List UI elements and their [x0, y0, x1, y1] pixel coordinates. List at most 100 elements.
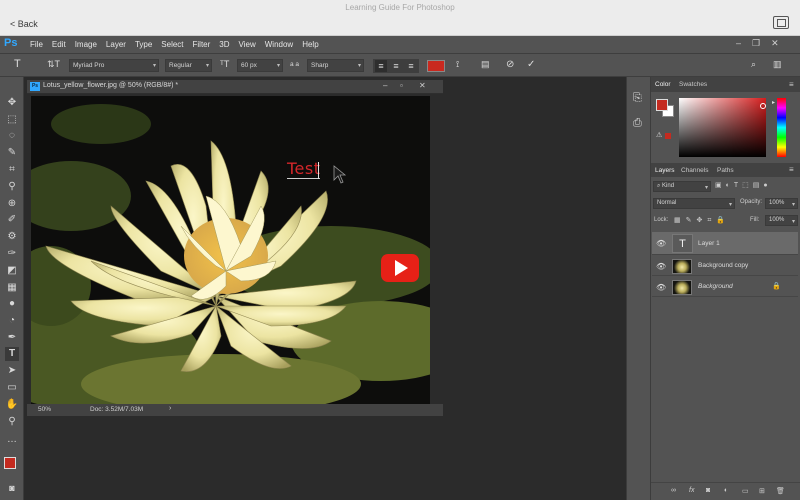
foreground-color-swatch[interactable] [4, 457, 16, 469]
color-picker-field[interactable] [679, 98, 766, 157]
zoom-tool-icon[interactable]: ⚲ [5, 415, 19, 429]
eye-icon[interactable]: 👁 [656, 283, 666, 292]
font-size-select[interactable]: 60 px ▾ [237, 59, 283, 72]
warp-text-icon[interactable]: ⟟ [456, 59, 459, 70]
properties-panel-icon[interactable]: ⎙ [633, 117, 642, 130]
eye-icon[interactable]: 👁 [656, 262, 666, 271]
layer-row[interactable]: 👁 Background 🔒 [652, 277, 798, 297]
cancel-icon[interactable]: ⊘ [506, 59, 514, 70]
crop-tool-icon[interactable]: ⌗ [5, 163, 19, 177]
text-orientation-icon[interactable]: ⇅T [47, 59, 60, 70]
menu-edit[interactable]: Edit [52, 40, 66, 49]
menu-3d[interactable]: 3D [219, 40, 229, 49]
workspace-icon[interactable]: ▥ [773, 59, 782, 70]
panel-menu-icon[interactable]: ≡ [789, 165, 794, 174]
tab-layers[interactable]: Layers [655, 167, 675, 174]
align-left-icon[interactable]: ≡ [375, 60, 387, 72]
gradient-tool-icon[interactable]: ▦ [5, 281, 19, 295]
layer-style-icon[interactable]: fx [689, 487, 694, 494]
tab-color[interactable]: Color [655, 81, 671, 88]
menu-file[interactable]: File [30, 40, 43, 49]
menu-view[interactable]: View [239, 40, 256, 49]
history-panel-icon[interactable]: ⎘ [633, 92, 642, 105]
minimize-icon[interactable]: – [736, 38, 741, 49]
blend-mode-select[interactable]: Normal ▾ [653, 198, 735, 209]
stamp-tool-icon[interactable]: ⚙ [5, 230, 19, 244]
eraser-tool-icon[interactable]: ◩ [5, 264, 19, 278]
character-panel-icon[interactable]: ▤ [481, 59, 490, 70]
align-center-icon[interactable]: ≡ [390, 60, 402, 72]
marquee-tool-icon[interactable]: ⬚ [5, 113, 19, 127]
new-layer-icon[interactable]: ⊞ [759, 487, 765, 495]
panel-menu-icon[interactable]: ≡ [789, 80, 794, 89]
layer-name[interactable]: Background copy [698, 262, 748, 269]
adjustment-layer-icon[interactable]: ◐ [724, 487, 728, 494]
hue-slider-handle[interactable]: ▸ [772, 99, 775, 106]
layer-mask-icon[interactable]: ◙ [706, 487, 710, 494]
menu-layer[interactable]: Layer [106, 40, 126, 49]
menu-type[interactable]: Type [135, 40, 152, 49]
menu-filter[interactable]: Filter [193, 40, 211, 49]
healing-tool-icon[interactable]: ⊕ [5, 197, 19, 211]
color-picker-handle[interactable] [760, 103, 766, 109]
move-tool-icon[interactable]: ✥ [5, 96, 19, 110]
quick-mask-icon[interactable]: ◙ [5, 481, 19, 495]
type-tool-icon[interactable]: T [5, 347, 19, 361]
eyedropper-tool-icon[interactable]: ⚲ [5, 180, 19, 194]
doc-restore-icon[interactable]: ▫ [400, 81, 403, 90]
chevron-right-icon[interactable]: › [169, 405, 171, 412]
back-button[interactable]: < Back [10, 19, 38, 29]
antialias-select[interactable]: Sharp ▾ [307, 59, 364, 72]
tab-channels[interactable]: Channels [681, 167, 708, 174]
doc-close-icon[interactable]: ✕ [419, 81, 426, 90]
commit-icon[interactable]: ✓ [527, 59, 535, 70]
canvas-text-layer[interactable]: Test [287, 159, 321, 178]
close-icon[interactable]: ✕ [771, 38, 779, 49]
type-tool-icon[interactable]: T [14, 58, 21, 70]
delete-layer-icon[interactable]: 🗑 [776, 487, 785, 495]
eye-icon[interactable]: 👁 [656, 239, 666, 248]
hand-tool-icon[interactable]: ✋ [5, 398, 19, 412]
tab-paths[interactable]: Paths [717, 167, 734, 174]
layer-name[interactable]: Layer 1 [698, 240, 720, 247]
document-canvas[interactable]: Test [31, 96, 430, 404]
menu-select[interactable]: Select [161, 40, 183, 49]
path-select-tool-icon[interactable]: ➤ [5, 364, 19, 378]
new-group-icon[interactable]: ▭ [742, 487, 749, 495]
search-icon[interactable]: ⌕ [751, 59, 756, 70]
text-color-swatch[interactable] [427, 60, 445, 72]
tab-swatches[interactable]: Swatches [679, 81, 707, 88]
hue-slider[interactable] [777, 98, 786, 157]
lasso-tool-icon[interactable]: ◌ [5, 129, 19, 143]
lock-icons[interactable]: ▦✎✥⌗🔒 [674, 216, 730, 225]
gamut-swatch[interactable] [665, 133, 671, 139]
shape-tool-icon[interactable]: ▭ [5, 381, 19, 395]
fullscreen-icon[interactable] [773, 16, 789, 29]
restore-icon[interactable]: ❐ [752, 38, 760, 49]
link-layers-icon[interactable]: ∞ [671, 487, 676, 494]
more-tools-icon[interactable]: … [5, 433, 19, 447]
pen-tool-icon[interactable]: ✒ [5, 331, 19, 345]
menu-image[interactable]: Image [75, 40, 97, 49]
font-family-select[interactable]: Myriad Pro ▾ [69, 59, 159, 72]
align-right-icon[interactable]: ≡ [405, 60, 417, 72]
menu-window[interactable]: Window [265, 40, 293, 49]
layer-row[interactable]: 👁 Background copy [652, 256, 798, 276]
dodge-tool-icon[interactable]: ◔ [5, 314, 19, 328]
history-brush-tool-icon[interactable]: ✑ [5, 247, 19, 261]
play-button-icon[interactable] [381, 254, 419, 282]
fill-input[interactable]: 100% ▾ [765, 215, 798, 226]
layer-filter-icons[interactable]: ▣◐T⬚▤● [715, 181, 772, 189]
layer-name[interactable]: Background [698, 283, 733, 290]
opacity-input[interactable]: 100% ▾ [765, 198, 798, 209]
brush-tool-icon[interactable]: ✐ [5, 213, 19, 227]
quick-select-tool-icon[interactable]: ✎ [5, 146, 19, 160]
zoom-level[interactable]: 50% [38, 406, 51, 413]
color-panel-foreground[interactable] [656, 99, 668, 111]
doc-minimize-icon[interactable]: – [383, 81, 387, 90]
menu-help[interactable]: Help [302, 40, 318, 49]
font-style-select[interactable]: Regular ▾ [165, 59, 212, 72]
layer-filter-kind[interactable]: ⌕ Kind ▾ [653, 181, 711, 192]
blur-tool-icon[interactable]: ● [5, 297, 19, 311]
layer-row[interactable]: 👁 T Layer 1 [652, 232, 798, 255]
